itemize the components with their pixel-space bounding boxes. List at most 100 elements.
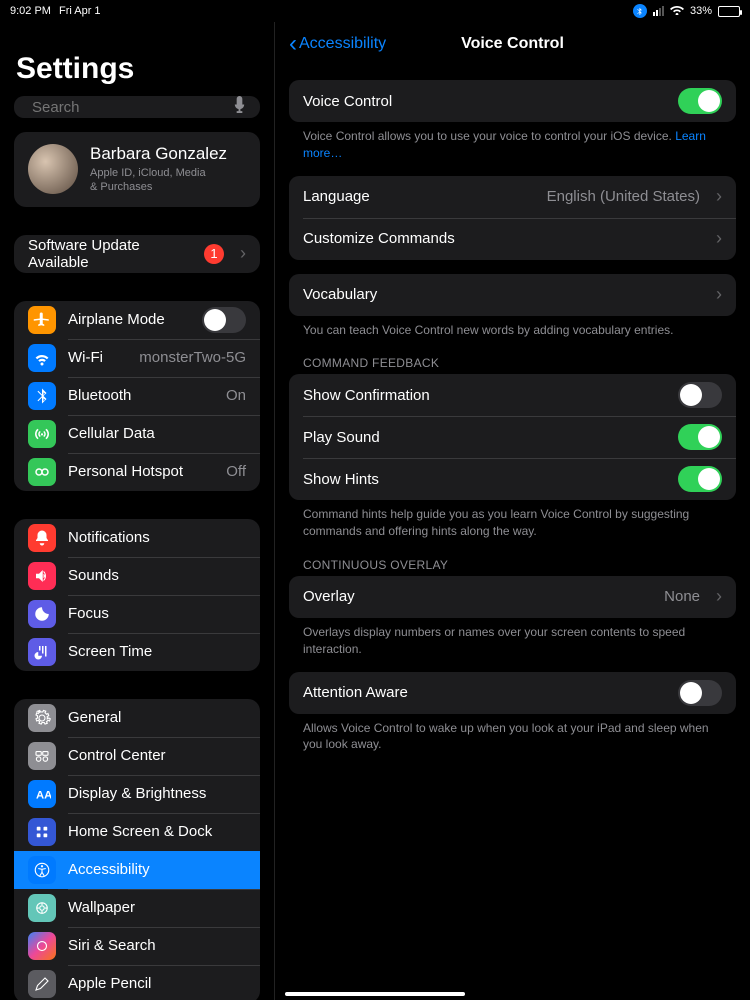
pencil-row[interactable]: Apple Pencil bbox=[14, 965, 260, 1000]
overlay-row[interactable]: Overlay None › bbox=[289, 576, 736, 618]
siri-label: Siri & Search bbox=[68, 937, 246, 954]
language-label: Language bbox=[303, 188, 535, 205]
software-update-label: Software Update Available bbox=[28, 237, 192, 271]
apple-id-card[interactable]: Barbara Gonzalez Apple ID, iCloud, Media… bbox=[14, 132, 260, 207]
show-hints-toggle[interactable] bbox=[678, 466, 722, 492]
chevron-right-icon: › bbox=[240, 243, 246, 264]
attention-label: Attention Aware bbox=[303, 684, 666, 701]
show-hints-label: Show Hints bbox=[303, 471, 666, 488]
cellular-row[interactable]: Cellular Data bbox=[14, 415, 260, 453]
general-label: General bbox=[68, 709, 246, 726]
search-input[interactable] bbox=[30, 98, 233, 117]
airplane-toggle[interactable] bbox=[202, 307, 246, 333]
settings-title: Settings bbox=[0, 22, 274, 96]
attention-toggle[interactable] bbox=[678, 680, 722, 706]
show-confirmation-row[interactable]: Show Confirmation bbox=[289, 374, 736, 416]
screentime-row[interactable]: Screen Time bbox=[14, 633, 260, 671]
siri-row[interactable]: Siri & Search bbox=[14, 927, 260, 965]
chevron-right-icon: › bbox=[716, 586, 722, 607]
wallpaper-icon bbox=[28, 894, 56, 922]
focus-label: Focus bbox=[68, 605, 246, 622]
hotspot-value: Off bbox=[226, 463, 246, 480]
cellular-icon bbox=[28, 420, 56, 448]
home-screen-row[interactable]: Home Screen & Dock bbox=[14, 813, 260, 851]
focus-icon bbox=[28, 600, 56, 628]
siri-icon bbox=[28, 932, 56, 960]
settings-sidebar: Settings Barbara Gonzalez Apple ID, iClo… bbox=[0, 22, 275, 1000]
bluetooth-row[interactable]: Bluetooth On bbox=[14, 377, 260, 415]
wallpaper-row[interactable]: Wallpaper bbox=[14, 889, 260, 927]
customize-label: Customize Commands bbox=[303, 230, 700, 247]
play-sound-toggle[interactable] bbox=[678, 424, 722, 450]
airplane-row[interactable]: Airplane Mode bbox=[14, 301, 260, 339]
continuous-overlay-header: CONTINUOUS OVERLAY bbox=[275, 540, 750, 576]
avatar bbox=[28, 144, 78, 194]
profile-name: Barbara Gonzalez bbox=[90, 144, 227, 164]
wifi-label: Wi-Fi bbox=[68, 349, 127, 366]
language-value: English (United States) bbox=[547, 188, 700, 205]
bluetooth-value: On bbox=[226, 387, 246, 404]
wifi-value: monsterTwo-5G bbox=[139, 349, 246, 366]
svg-text:AA: AA bbox=[36, 789, 51, 801]
general-icon bbox=[28, 704, 56, 732]
display-label: Display & Brightness bbox=[68, 785, 246, 802]
mic-icon[interactable] bbox=[233, 96, 252, 118]
back-label: Accessibility bbox=[299, 35, 386, 53]
wifi-row[interactable]: Wi-Fi monsterTwo-5G bbox=[14, 339, 260, 377]
show-confirmation-label: Show Confirmation bbox=[303, 387, 666, 404]
show-hints-row[interactable]: Show Hints bbox=[289, 458, 736, 500]
customize-commands-row[interactable]: Customize Commands › bbox=[289, 218, 736, 260]
chevron-right-icon: › bbox=[716, 284, 722, 305]
voice-control-label: Voice Control bbox=[303, 93, 666, 110]
notifications-icon bbox=[28, 524, 56, 552]
general-row[interactable]: General bbox=[14, 699, 260, 737]
software-update-row[interactable]: Software Update Available 1 › bbox=[14, 235, 260, 273]
hotspot-label: Personal Hotspot bbox=[68, 463, 214, 480]
language-row[interactable]: Language English (United States) › bbox=[289, 176, 736, 218]
voice-control-footer: Voice Control allows you to use your voi… bbox=[275, 122, 750, 162]
sounds-row[interactable]: Sounds bbox=[14, 557, 260, 595]
vocabulary-row[interactable]: Vocabulary › bbox=[289, 274, 736, 316]
voice-control-toggle[interactable] bbox=[678, 88, 722, 114]
bluetooth-label: Bluetooth bbox=[68, 387, 214, 404]
pencil-label: Apple Pencil bbox=[68, 975, 246, 992]
bluetooth-icon bbox=[633, 4, 647, 18]
hotspot-icon bbox=[28, 458, 56, 486]
control-center-icon bbox=[28, 742, 56, 770]
bluetooth-settings-icon bbox=[28, 382, 56, 410]
search-field[interactable] bbox=[14, 96, 260, 118]
overlay-label: Overlay bbox=[303, 588, 652, 605]
play-sound-label: Play Sound bbox=[303, 429, 666, 446]
command-feedback-header: COMMAND FEEDBACK bbox=[275, 338, 750, 374]
control-center-row[interactable]: Control Center bbox=[14, 737, 260, 775]
notifications-row[interactable]: Notifications bbox=[14, 519, 260, 557]
sounds-icon bbox=[28, 562, 56, 590]
voice-control-row[interactable]: Voice Control bbox=[289, 80, 736, 122]
control-center-label: Control Center bbox=[68, 747, 246, 764]
home-screen-icon bbox=[28, 818, 56, 846]
airplane-icon bbox=[28, 306, 56, 334]
display-row[interactable]: AA Display & Brightness bbox=[14, 775, 260, 813]
cellular-icon bbox=[653, 6, 664, 16]
chevron-right-icon: › bbox=[716, 228, 722, 249]
display-icon: AA bbox=[28, 780, 56, 808]
screentime-label: Screen Time bbox=[68, 643, 246, 660]
vocabulary-label: Vocabulary bbox=[303, 286, 700, 303]
hotspot-row[interactable]: Personal Hotspot Off bbox=[14, 453, 260, 491]
accessibility-icon bbox=[28, 856, 56, 884]
play-sound-row[interactable]: Play Sound bbox=[289, 416, 736, 458]
focus-row[interactable]: Focus bbox=[14, 595, 260, 633]
airplane-label: Airplane Mode bbox=[68, 311, 190, 328]
back-button[interactable]: ‹ Accessibility bbox=[289, 35, 386, 53]
pencil-icon bbox=[28, 970, 56, 998]
notifications-label: Notifications bbox=[68, 529, 246, 546]
home-indicator[interactable] bbox=[285, 992, 465, 996]
show-confirmation-toggle[interactable] bbox=[678, 382, 722, 408]
overlay-footer: Overlays display numbers or names over y… bbox=[275, 618, 750, 658]
accessibility-label: Accessibility bbox=[68, 861, 246, 878]
profile-sub: Apple ID, iCloud, Media & Purchases bbox=[90, 166, 227, 195]
chevron-right-icon: › bbox=[716, 186, 722, 207]
accessibility-row[interactable]: Accessibility bbox=[14, 851, 260, 889]
attention-aware-row[interactable]: Attention Aware bbox=[289, 672, 736, 714]
overlay-value: None bbox=[664, 588, 700, 605]
